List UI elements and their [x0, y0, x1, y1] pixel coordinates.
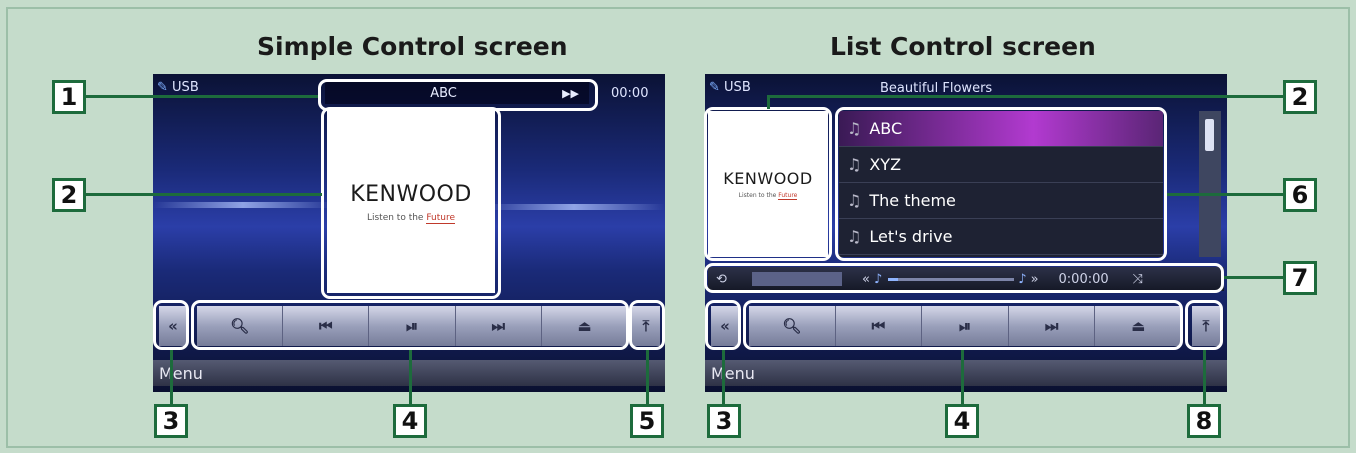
leader-line	[1203, 350, 1206, 404]
callout-1: 1	[52, 80, 86, 114]
menu-label: Menu	[711, 363, 755, 383]
leader-line	[767, 95, 1283, 98]
highlight-control-bar	[743, 300, 1183, 350]
highlight-right-button	[629, 300, 665, 350]
leader-line	[409, 350, 412, 404]
callout-8: 8	[1187, 404, 1221, 438]
leader-line	[767, 95, 770, 109]
leader-line	[86, 193, 322, 196]
list-screen-title: List Control screen	[830, 32, 1096, 61]
pen-icon: ✎	[157, 80, 168, 95]
highlight-right-button	[1185, 300, 1223, 350]
callout-2: 2	[1283, 80, 1317, 114]
menu-label: Menu	[159, 363, 203, 383]
callout-4: 4	[945, 404, 979, 438]
light-flare	[483, 204, 665, 210]
highlight-artwork	[704, 107, 832, 261]
list-scrollbar[interactable]	[1199, 111, 1221, 257]
simple-screen-title: Simple Control screen	[257, 32, 568, 61]
track-title: Beautiful Flowers	[880, 81, 993, 96]
leader-line	[86, 95, 318, 98]
leader-line	[646, 350, 649, 404]
callout-4: 4	[393, 404, 427, 438]
highlight-track-list	[835, 107, 1167, 261]
callout-5: 5	[630, 404, 664, 438]
source-label-text: USB	[724, 80, 751, 95]
leader-line	[1167, 193, 1283, 196]
menu-bar[interactable]: Menu	[705, 360, 1227, 386]
leader-line	[722, 350, 725, 404]
highlight-status-bar	[704, 263, 1224, 293]
source-label-text: USB	[172, 80, 199, 95]
callout-3: 3	[707, 404, 741, 438]
callout-2: 2	[52, 178, 86, 212]
callout-7: 7	[1283, 261, 1317, 295]
highlight-artwork	[321, 107, 501, 299]
elapsed-time: 00:00	[611, 86, 649, 101]
callout-6: 6	[1283, 178, 1317, 212]
highlight-control-bar	[191, 300, 629, 350]
pen-icon: ✎	[709, 80, 720, 95]
scrollbar-thumb[interactable]	[1205, 119, 1214, 151]
source-label[interactable]: ✎ USB	[709, 80, 751, 95]
callout-3: 3	[154, 404, 188, 438]
light-flare	[153, 202, 333, 208]
leader-line	[961, 350, 964, 404]
leader-line	[1224, 276, 1283, 279]
highlight-left-button	[153, 300, 189, 350]
source-label[interactable]: ✎ USB	[157, 80, 199, 95]
highlight-left-button	[705, 300, 741, 350]
leader-line	[170, 350, 173, 404]
